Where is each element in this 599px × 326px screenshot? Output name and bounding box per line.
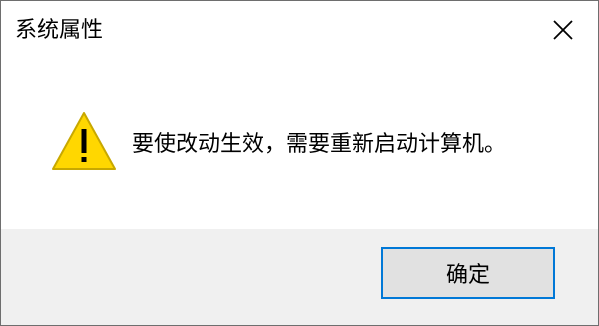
dialog-message: 要使改动生效，需要重新启动计算机。 (132, 132, 507, 157)
ok-button[interactable]: 确定 (381, 247, 555, 299)
close-icon (553, 20, 573, 40)
button-bar: 确定 (1, 229, 598, 325)
dialog-window: 系统属性 要使改动生效，需要重新启动计算机。 确定 (0, 0, 599, 326)
close-button[interactable] (528, 1, 598, 59)
dialog-content: 要使改动生效，需要重新启动计算机。 (1, 59, 598, 229)
window-title: 系统属性 (15, 18, 104, 43)
ok-button-label: 确定 (445, 263, 490, 288)
title-bar[interactable]: 系统属性 (1, 1, 598, 59)
warning-icon (52, 112, 116, 170)
